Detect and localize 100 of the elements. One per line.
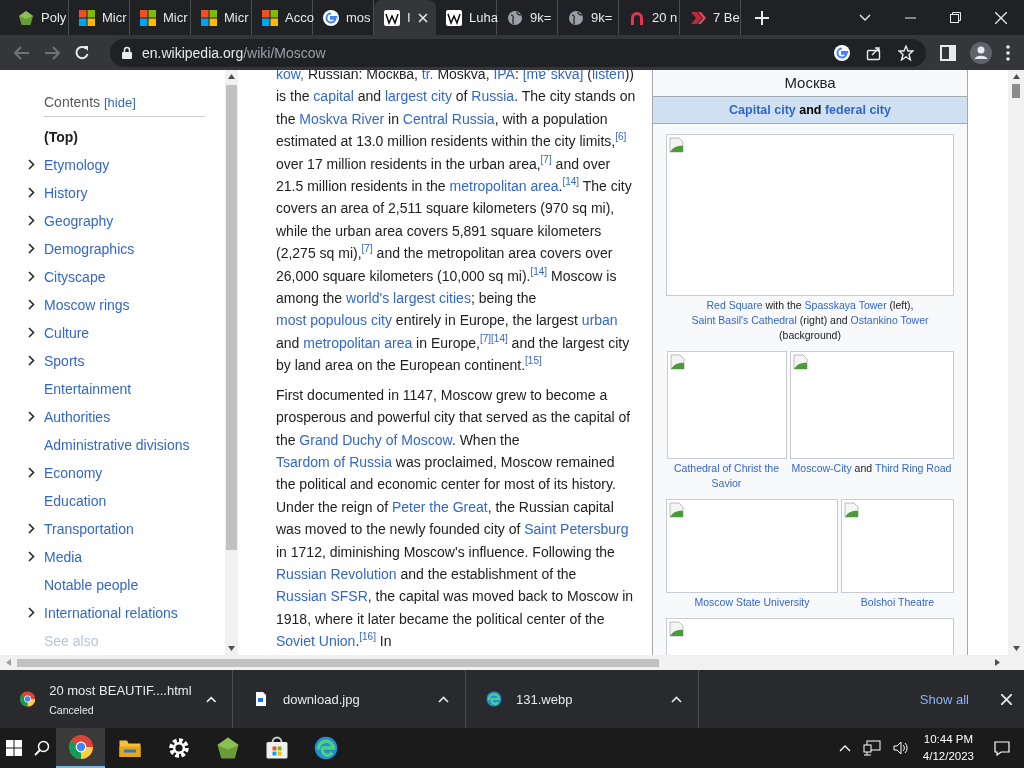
contents-item[interactable]: Administrative divisions <box>44 437 190 453</box>
article-link[interactable]: Saint Petersburg <box>524 521 629 538</box>
chevron-right-icon[interactable] <box>28 215 35 226</box>
chevron-right-icon[interactable] <box>28 243 35 254</box>
chevron-right-icon[interactable] <box>28 355 35 366</box>
show-all-button[interactable]: Show all <box>907 683 981 715</box>
scroll-up-icon[interactable] <box>1012 74 1020 79</box>
chevron-right-icon[interactable] <box>28 271 35 282</box>
volume-icon[interactable] <box>892 741 909 755</box>
caption-link[interactable]: Moscow-City <box>791 461 852 476</box>
reference-link[interactable]: [14] <box>530 266 548 277</box>
article-link[interactable]: metropolitan area <box>303 334 413 351</box>
chevron-up-icon[interactable] <box>671 695 682 703</box>
chevron-right-icon[interactable] <box>28 187 35 198</box>
article-link[interactable]: Peter the Great <box>391 498 488 515</box>
article-link[interactable]: world's largest cities <box>346 290 471 307</box>
reference-link[interactable]: [7] <box>540 153 552 165</box>
article-link[interactable]: Moskva River <box>299 110 385 127</box>
article-link[interactable]: Central Russia <box>402 110 495 127</box>
chevron-down-icon[interactable] <box>859 13 871 22</box>
scroll-right-icon[interactable] <box>995 659 1000 666</box>
contents-item[interactable]: Economy <box>44 465 103 481</box>
reference-link[interactable]: [16] <box>359 631 376 643</box>
chevron-up-icon[interactable] <box>205 695 216 703</box>
contents-item[interactable]: Authorities <box>44 409 111 425</box>
star-icon[interactable] <box>898 44 914 61</box>
forward-icon[interactable] <box>44 45 60 60</box>
clock[interactable]: 10:44 PM 4/12/2023 <box>922 731 974 765</box>
back-icon[interactable] <box>14 45 30 60</box>
scrollbar[interactable] <box>1008 70 1024 655</box>
share-icon[interactable] <box>866 44 882 61</box>
close-icon[interactable] <box>1001 693 1012 705</box>
restore-icon[interactable] <box>950 12 961 23</box>
scroll-thumb[interactable] <box>226 85 237 550</box>
chevron-up-icon[interactable] <box>438 695 449 703</box>
contents-item[interactable]: Sports <box>44 353 85 369</box>
contents-item[interactable]: Geography <box>44 213 114 229</box>
address-bar[interactable]: en.wikipedia.org/wiki/Moscow <box>110 38 926 67</box>
contents-item[interactable]: Media <box>44 549 83 565</box>
windows-start-icon[interactable] <box>6 740 22 756</box>
article-link[interactable]: capital <box>313 88 354 105</box>
reload-icon[interactable] <box>74 44 90 61</box>
article-link[interactable]: urban <box>581 312 618 329</box>
hide-link[interactable]: [hide] <box>103 95 136 110</box>
article-link[interactable]: largest city <box>384 88 452 105</box>
horizontal-scrollbar[interactable] <box>0 655 1024 670</box>
side-panel-icon[interactable] <box>940 44 956 61</box>
article-link[interactable]: Grand Duchy of Moscow <box>299 431 452 448</box>
scrollbar[interactable] <box>225 70 238 655</box>
infobox-link[interactable]: Capital city <box>729 103 796 117</box>
chevron-right-icon[interactable] <box>28 327 35 338</box>
contents-item[interactable]: International relations <box>44 605 178 621</box>
chevron-right-icon[interactable] <box>28 551 35 562</box>
article-link[interactable]: Russian Revolution <box>276 565 397 582</box>
caption-link[interactable]: Ostankino Tower <box>850 313 929 328</box>
contents-item[interactable]: Education <box>44 493 107 509</box>
chevron-right-icon[interactable] <box>28 411 35 422</box>
scroll-thumb[interactable] <box>17 658 659 667</box>
browser-tab[interactable]: I <box>374 0 436 35</box>
close-icon[interactable] <box>417 12 428 23</box>
menu-icon[interactable] <box>1006 44 1010 61</box>
article-link[interactable]: metropolitan area <box>449 178 559 195</box>
contents-item[interactable]: (Top) <box>44 129 78 145</box>
caption-link[interactable]: Cathedral of Christ the Savior <box>666 459 787 493</box>
minimize-icon[interactable] <box>905 16 916 19</box>
scroll-down-icon[interactable] <box>228 646 235 651</box>
scroll-up-icon[interactable] <box>228 74 235 79</box>
search-icon[interactable] <box>34 740 50 756</box>
network-icon[interactable] <box>862 740 881 756</box>
chevron-right-icon[interactable] <box>28 523 35 534</box>
taskbar-app[interactable] <box>56 728 105 768</box>
caption-link[interactable]: Red Square <box>706 298 763 313</box>
caption-link[interactable]: Third Ring Road <box>875 461 952 476</box>
reference-link[interactable]: [7] <box>361 243 373 255</box>
contents-item[interactable]: Culture <box>44 325 90 341</box>
chevron-right-icon[interactable] <box>28 159 35 170</box>
profile-icon[interactable] <box>970 41 992 64</box>
article-link[interactable]: Tsardom of Russia <box>276 453 392 470</box>
scroll-thumb[interactable] <box>1012 84 1020 98</box>
reference-link[interactable]: [14] <box>562 176 580 188</box>
chevron-right-icon[interactable] <box>28 607 35 618</box>
reference-link[interactable]: [15] <box>525 355 542 367</box>
contents-item[interactable]: Entertainment <box>44 381 132 397</box>
caption-link[interactable]: Moscow State University <box>694 593 810 612</box>
new-tab-icon[interactable] <box>755 10 769 25</box>
infobox-link[interactable]: federal city <box>824 103 891 117</box>
contents-item[interactable]: Etymology <box>44 157 110 173</box>
contents-item[interactable]: Demographics <box>44 241 135 257</box>
article-link[interactable]: Russian SFSR <box>276 588 368 605</box>
caption-link[interactable]: Saint Basil's Cathedral <box>691 313 797 328</box>
reference-link[interactable]: [14] <box>491 333 508 345</box>
caption-link[interactable]: Spasskaya Tower <box>804 298 887 313</box>
chevron-right-icon[interactable] <box>28 467 35 478</box>
reference-link[interactable]: [7] <box>479 333 492 345</box>
scroll-down-icon[interactable] <box>1012 646 1020 651</box>
contents-item[interactable]: Transportation <box>44 521 134 537</box>
reference-link[interactable]: [6] <box>615 131 627 143</box>
article-link[interactable]: tr. <box>421 70 434 82</box>
contents-item[interactable]: Cityscape <box>44 269 106 285</box>
contents-item[interactable]: Notable people <box>44 577 139 593</box>
